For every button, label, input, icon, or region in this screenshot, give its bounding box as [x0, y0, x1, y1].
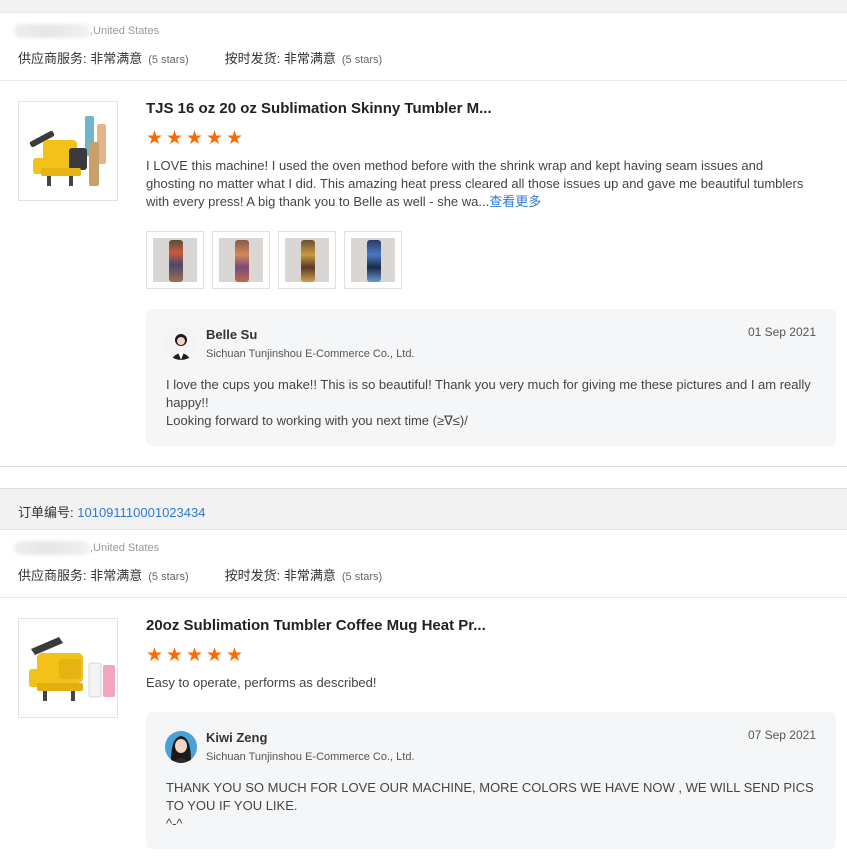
reply-text: I love the cups you make!! This is so be…	[166, 377, 811, 428]
seller-reply: Kiwi Zeng Sichuan Tunjinshou E-Commerce …	[146, 712, 836, 849]
top-separator-band	[0, 0, 847, 13]
supplier-service-value: 非常满意	[90, 568, 143, 583]
product-thumbnail[interactable]	[18, 618, 118, 718]
star-icon: ★	[206, 128, 224, 149]
seller-reply: Belle Su Sichuan Tunjinshou E-Commerce C…	[146, 309, 836, 446]
star-icon: ★	[186, 645, 204, 666]
divider	[0, 466, 847, 467]
order-number-label: 订单编号:	[18, 505, 74, 520]
star-icon: ★	[166, 645, 184, 666]
avatar-kiwi-zeng	[165, 731, 197, 763]
replier-company: Sichuan Tunjinshou E-Commerce Co., Ltd.	[206, 751, 415, 763]
review-body: I LOVE this machine! I used the oven met…	[146, 158, 804, 209]
buyer-country: ,United States	[90, 25, 160, 37]
buyer-name-redacted	[14, 541, 90, 555]
product-title-link[interactable]: TJS 16 oz 20 oz Sublimation Skinny Tumbl…	[146, 100, 492, 117]
order-header: 订单编号: 101091110001023434	[0, 488, 847, 530]
ontime-delivery-stars: (5 stars)	[341, 571, 383, 583]
star-icon: ★	[166, 128, 184, 149]
seller-ratings: 供应商服务: 非常满意 (5 stars) 按时发货: 非常满意 (5 stars)	[18, 48, 382, 67]
star-rating: ★ ★ ★ ★ ★	[146, 128, 244, 149]
divider	[0, 80, 847, 81]
divider	[0, 597, 847, 598]
heat-press-image	[29, 116, 106, 186]
ontime-delivery-label: 按时发货:	[224, 568, 281, 583]
ontime-delivery-value: 非常满意	[283, 51, 336, 66]
supplier-service-stars: (5 stars)	[148, 571, 189, 583]
heat-press-image	[29, 637, 115, 701]
replier-name: Belle Su	[206, 327, 258, 342]
supplier-service-value: 非常满意	[90, 51, 143, 66]
product-thumbnail[interactable]	[18, 101, 118, 201]
star-icon: ★	[146, 128, 164, 149]
review-photo[interactable]	[278, 231, 336, 289]
review-text: I LOVE this machine! I used the oven met…	[146, 157, 806, 211]
ontime-delivery-stars: (5 stars)	[341, 54, 383, 66]
buyer-name-redacted	[14, 24, 90, 38]
buyer-info: ,United States	[14, 24, 159, 42]
star-rating: ★ ★ ★ ★ ★	[146, 645, 244, 666]
order-number-row: 订单编号: 101091110001023434	[18, 502, 205, 521]
reply-text: THANK YOU SO MUCH FOR LOVE OUR MACHINE, …	[166, 780, 814, 831]
reply-date: 01 Sep 2021	[747, 325, 816, 339]
buyer-country: ,United States	[90, 542, 160, 554]
star-icon: ★	[206, 645, 224, 666]
seller-ratings: 供应商服务: 非常满意 (5 stars) 按时发货: 非常满意 (5 stars)	[18, 565, 382, 584]
review-photos	[146, 231, 402, 289]
ontime-delivery-label: 按时发货:	[224, 51, 281, 66]
product-title-link[interactable]: 20oz Sublimation Tumbler Coffee Mug Heat…	[146, 617, 486, 634]
replier-name: Kiwi Zeng	[206, 730, 268, 745]
review-text: Easy to operate, performs as described!	[146, 675, 377, 690]
review-photo[interactable]	[344, 231, 402, 289]
reply-date: 07 Sep 2021	[747, 728, 816, 742]
buyer-info: ,United States	[14, 541, 159, 559]
supplier-service-label: 供应商服务:	[18, 568, 87, 583]
order-number-link[interactable]: 101091110001023434	[77, 505, 205, 520]
review-photo[interactable]	[212, 231, 270, 289]
supplier-service-stars: (5 stars)	[148, 54, 189, 66]
review-photo[interactable]	[146, 231, 204, 289]
supplier-service-label: 供应商服务:	[18, 51, 87, 66]
avatar-belle-su	[165, 328, 197, 360]
see-more-link[interactable]: 查看更多	[489, 194, 541, 209]
star-icon: ★	[186, 128, 204, 149]
star-icon: ★	[146, 645, 164, 666]
ontime-delivery-value: 非常满意	[283, 568, 336, 583]
star-icon: ★	[226, 645, 244, 666]
star-icon: ★	[226, 128, 244, 149]
replier-company: Sichuan Tunjinshou E-Commerce Co., Ltd.	[206, 348, 415, 360]
